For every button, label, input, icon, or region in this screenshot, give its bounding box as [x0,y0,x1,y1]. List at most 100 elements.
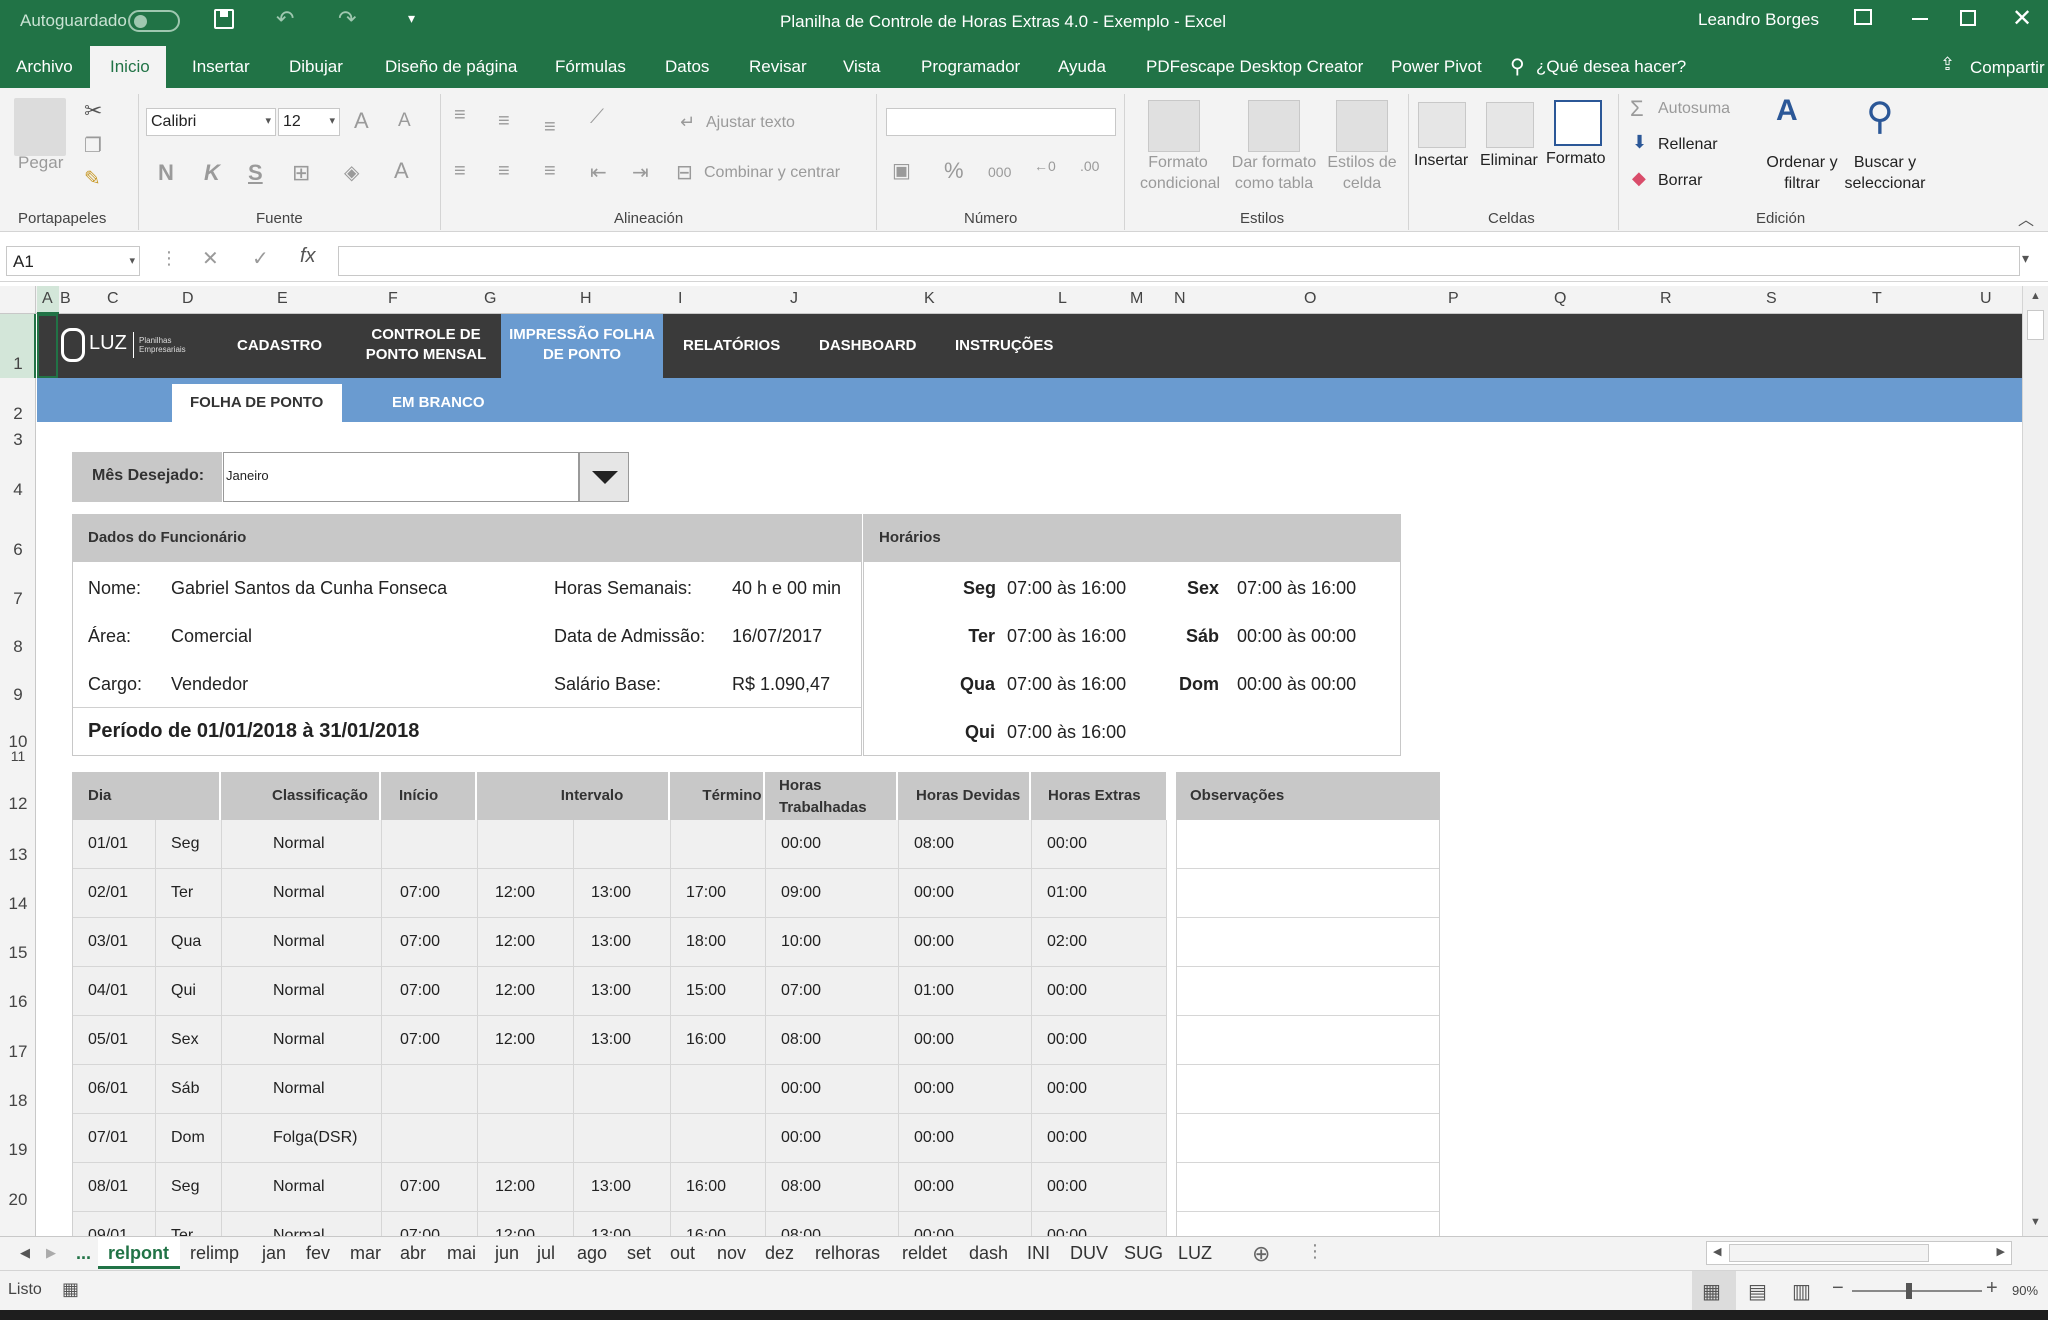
col-b[interactable]: B [60,290,71,308]
sheet-tab-dash[interactable]: dash [969,1243,1008,1264]
formula-input[interactable] [338,246,2020,276]
sheet-tab-luz[interactable]: LUZ [1178,1243,1212,1264]
eraser-icon[interactable]: ◆ [1632,168,1646,189]
scroll-down-icon[interactable]: ▼ [2030,1216,2041,1228]
col-j[interactable]: J [790,290,798,308]
row-3[interactable]: 3 [0,430,36,450]
tab-formulas[interactable]: Fórmulas [555,57,626,77]
sheet-tab-jun[interactable]: jun [495,1243,519,1264]
col-r[interactable]: R [1660,290,1672,308]
sheet-tab-relhoras[interactable]: relhoras [815,1243,880,1264]
tab-archivo[interactable]: Archivo [16,57,73,77]
decrease-indent-icon[interactable]: ⇤ [590,160,607,185]
sheet-tab-reldet[interactable]: reldet [902,1243,947,1264]
table-row[interactable]: 04/01 Qui Normal 07:00 12:00 13:00 15:00… [73,967,1167,1016]
number-format-select[interactable] [886,108,1116,136]
align-middle-icon[interactable]: ≡ [498,110,510,133]
col-c[interactable]: C [107,290,119,308]
row-13[interactable]: 13 [0,845,36,865]
col-q[interactable]: Q [1554,290,1566,308]
tab-diseno[interactable]: Diseño de página [385,57,517,77]
align-right-icon[interactable]: ≡ [544,160,556,183]
align-center-icon[interactable]: ≡ [498,160,510,183]
decrease-font-icon[interactable]: A [398,110,411,132]
row-12[interactable]: 12 [0,794,36,814]
fill-color-icon[interactable]: ◈ [344,160,359,185]
enter-icon[interactable]: ✓ [252,246,269,271]
sheet-tab-relpont[interactable]: relpont [108,1243,169,1264]
scroll-up-icon[interactable]: ▲ [2030,290,2041,302]
vertical-scrollbar[interactable]: ▲ ▼ [2022,286,2048,1236]
row-2[interactable]: 2 [0,404,36,424]
fill-button[interactable]: Rellenar [1658,136,1718,154]
col-d[interactable]: D [182,290,194,308]
sheet-tab-mai[interactable]: mai [447,1243,476,1264]
sheet-tab-fev[interactable]: fev [306,1243,330,1264]
row-1[interactable]: 1 [0,354,36,374]
name-box[interactable]: A1 ▾ [6,246,140,276]
cell-styles-button[interactable]: Estilos de celda [1324,152,1400,194]
sheet-tab-nov[interactable]: nov [717,1243,746,1264]
clear-button[interactable]: Borrar [1658,172,1702,190]
table-row[interactable]: 05/01 Sex Normal 07:00 12:00 13:00 16:00… [73,1016,1167,1065]
autosave-toggle[interactable] [128,10,180,32]
col-g[interactable]: G [484,290,496,308]
row-6[interactable]: 6 [0,540,36,560]
italic-icon[interactable]: K [204,160,220,186]
wrap-icon[interactable]: ↵ [680,112,695,133]
col-a[interactable]: A [42,290,53,308]
conditional-format-button[interactable]: Formato condicional [1140,152,1220,194]
fill-down-icon[interactable]: ⬇ [1632,132,1647,153]
sheet-tab-mar[interactable]: mar [350,1243,381,1264]
bold-icon[interactable]: N [158,160,174,186]
sheet-tab-set[interactable]: set [627,1243,651,1264]
tab-datos[interactable]: Datos [665,57,709,77]
share-icon[interactable]: ⇪ [1940,54,1955,75]
prev-sheet-icon[interactable]: ◀ [20,1245,30,1261]
font-size-select[interactable]: 12 ▾ [278,108,340,136]
redo-icon[interactable]: ↷ [338,6,356,32]
save-icon[interactable] [214,9,234,29]
tab-vista[interactable]: Vista [843,57,881,77]
row-19[interactable]: 19 [0,1140,36,1160]
nav-relatorios[interactable]: RELATÓRIOS [683,336,780,356]
conditional-format-icon[interactable] [1148,100,1200,152]
col-p[interactable]: P [1448,290,1459,308]
scroll-right-icon[interactable]: ▶ [1997,1245,2005,1258]
sheet-tab-jul[interactable]: jul [537,1243,555,1264]
sort-filter-icon[interactable]: A [1776,94,1798,128]
align-bottom-icon[interactable]: ≡ [544,116,556,139]
macro-record-icon[interactable]: ▦ [62,1279,79,1300]
nav-instrucoes[interactable]: INSTRUÇÕES [955,336,1053,356]
sheet-tab-more[interactable]: ... [76,1243,91,1264]
autosum-icon[interactable]: Σ [1630,96,1644,122]
font-name-select[interactable]: Calibri ▾ [146,108,276,136]
ribbon-display-icon[interactable] [1854,9,1872,25]
row-15[interactable]: 15 [0,943,36,963]
table-row[interactable]: 02/01 Ter Normal 07:00 12:00 13:00 17:00… [73,869,1167,918]
tab-pdfescape[interactable]: PDFescape Desktop Creator [1146,57,1363,77]
nav-controle[interactable]: CONTROLE DE PONTO MENSAL [361,325,491,365]
nav-impressao[interactable]: IMPRESSÃO FOLHA DE PONTO [507,325,657,365]
col-f[interactable]: F [388,290,398,308]
minimize-icon[interactable] [1912,18,1928,20]
sheet-tab-relimp[interactable]: relimp [190,1243,239,1264]
maximize-icon[interactable] [1960,10,1976,26]
font-color-icon[interactable]: A [394,158,409,184]
sheet-tab-abr[interactable]: abr [400,1243,426,1264]
tab-power-pivot[interactable]: Power Pivot [1391,57,1482,77]
borders-icon[interactable]: ⊞ [292,160,310,186]
tab-insertar[interactable]: Insertar [192,57,250,77]
increase-font-icon[interactable]: A [354,108,369,134]
zoom-in-icon[interactable]: + [1986,1277,1998,1300]
page-layout-icon[interactable]: ▤ [1748,1279,1767,1304]
row-17[interactable]: 17 [0,1042,36,1062]
nav-cadastro[interactable]: CADASTRO [237,336,322,356]
close-icon[interactable]: ✕ [2012,4,2032,33]
col-s[interactable]: S [1766,290,1777,308]
cell-styles-icon[interactable] [1336,100,1388,152]
sheet-tab-sug[interactable]: SUG [1124,1243,1163,1264]
col-n[interactable]: N [1174,290,1186,308]
subtab-folha[interactable]: FOLHA DE PONTO [190,394,323,411]
month-select[interactable]: Janeiro ▼ [223,452,614,502]
